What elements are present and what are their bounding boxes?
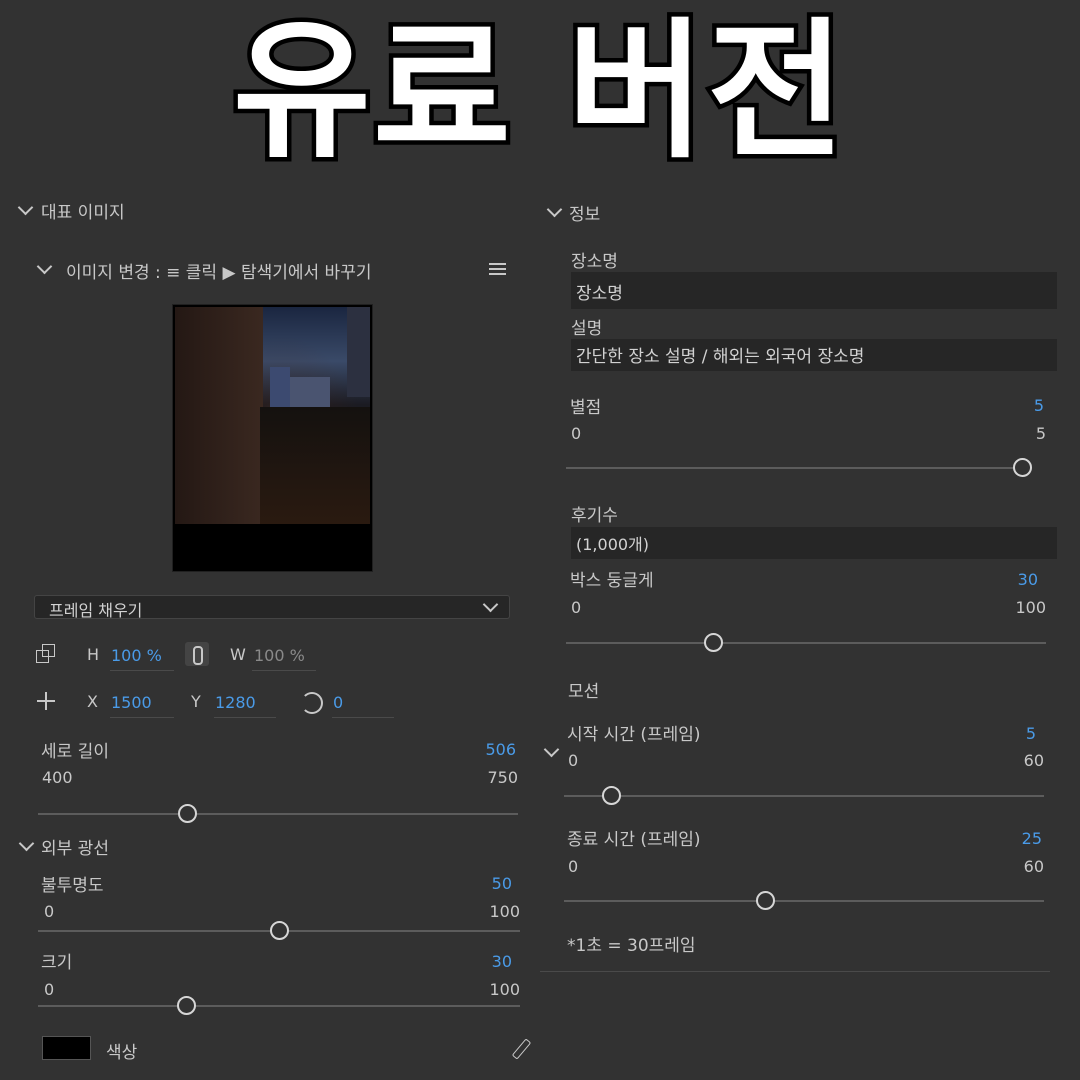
slider-min: 0	[571, 424, 582, 443]
slider-label: 크기	[41, 953, 73, 973]
slider-knob[interactable]	[269, 921, 289, 940]
color-label: 색상	[106, 1043, 138, 1063]
field-label: 장소명	[571, 252, 618, 272]
slider-knob[interactable]	[602, 786, 622, 805]
width-scale-label: W	[230, 645, 246, 664]
field-label: 후기수	[571, 506, 618, 526]
slider-label: 종료 시간 (프레임)	[567, 830, 701, 850]
page-title: 유료 버전	[228, 5, 849, 179]
slider-max: 100	[489, 980, 520, 999]
opacity-slider-track[interactable]	[38, 921, 520, 940]
slider-value[interactable]: 30	[970, 570, 1038, 589]
slider-value[interactable]: 5	[980, 396, 1044, 415]
slider-knob[interactable]	[756, 891, 776, 910]
input-value: (1,000개)	[576, 535, 650, 554]
slider-max: 5	[1035, 424, 1046, 443]
divider	[540, 971, 1050, 972]
collapse-chevron-icon[interactable]	[546, 201, 563, 218]
collapse-chevron-icon[interactable]	[36, 258, 53, 275]
position-x-input[interactable]: 1500	[111, 693, 152, 712]
slider-knob[interactable]	[176, 996, 196, 1015]
start-time-slider-track[interactable]	[564, 786, 1044, 805]
slider-min: 0	[44, 980, 55, 999]
slider-knob[interactable]	[1013, 458, 1032, 477]
slider-label: 세로 길이	[41, 742, 109, 762]
input-underline	[332, 717, 394, 718]
collapse-chevron-icon[interactable]	[543, 741, 560, 758]
link-icon[interactable]	[185, 642, 209, 666]
slider-min: 400	[42, 768, 73, 787]
slider-value[interactable]: 506	[440, 740, 516, 759]
slider-label: 박스 둥글게	[570, 571, 654, 591]
rotation-input[interactable]: 0	[333, 693, 343, 712]
image-thumbnail[interactable]	[172, 304, 373, 572]
slider-knob[interactable]	[177, 804, 197, 823]
collapse-chevron-icon[interactable]	[17, 199, 34, 216]
slider-max: 100	[489, 902, 520, 921]
slider-label: 별점	[570, 398, 602, 418]
slider-min: 0	[571, 598, 582, 617]
input-underline	[110, 717, 174, 718]
section-title-glow: 외부 광선	[41, 839, 109, 859]
input-underline	[214, 717, 276, 718]
rating-slider-track[interactable]	[566, 458, 1032, 477]
scale-icon	[36, 644, 55, 663]
hamburger-menu-icon[interactable]	[489, 263, 506, 275]
slider-max: 100	[1015, 598, 1046, 617]
input-underline	[252, 670, 316, 671]
slider-label: 불투명도	[41, 876, 104, 896]
slider-value[interactable]: 50	[440, 874, 512, 893]
move-icon	[37, 692, 55, 710]
chevron-down-icon	[482, 596, 499, 613]
field-label: 설명	[571, 319, 603, 339]
slider-min: 0	[568, 857, 579, 876]
width-scale-input[interactable]: 100 %	[254, 646, 305, 665]
section-title-image: 대표 이미지	[41, 203, 125, 223]
collapse-chevron-icon[interactable]	[18, 835, 35, 852]
slider-max: 60	[1023, 857, 1044, 876]
review-count-input[interactable]: (1,000개)	[571, 527, 1057, 559]
slider-min: 0	[568, 751, 579, 770]
rotate-icon	[301, 692, 323, 714]
fill-mode-dropdown[interactable]: 프레임 채우기	[34, 595, 510, 620]
slider-knob[interactable]	[704, 633, 724, 652]
position-x-label: X	[87, 692, 98, 711]
slider-value[interactable]: 25	[970, 829, 1042, 848]
height-scale-label: H	[87, 645, 100, 664]
night-city-photo	[175, 307, 370, 524]
color-swatch[interactable]	[42, 1036, 91, 1060]
size-slider-track[interactable]	[38, 996, 520, 1015]
place-name-input[interactable]: 장소명	[571, 272, 1057, 309]
description-input[interactable]: 간단한 장소 설명 / 해외는 외국어 장소명	[571, 339, 1057, 371]
eyedropper-icon[interactable]	[511, 1038, 532, 1060]
input-value: 장소명	[576, 284, 623, 304]
slider-max: 750	[487, 768, 518, 787]
slider-max: 60	[1023, 751, 1044, 770]
dropdown-value: 프레임 채우기	[49, 601, 143, 620]
section-title-info: 정보	[569, 205, 601, 225]
height-slider-track[interactable]	[38, 804, 518, 823]
slider-value[interactable]: 5	[970, 724, 1036, 743]
position-y-input[interactable]: 1280	[215, 693, 256, 712]
frame-note: *1초 = 30프레임	[567, 936, 696, 956]
motion-label: 모션	[568, 682, 600, 702]
height-scale-input[interactable]: 100 %	[111, 646, 162, 665]
input-underline	[110, 670, 174, 671]
image-change-hint: 이미지 변경 : ≡ 클릭 ▶ 탐색기에서 바꾸기	[66, 263, 372, 283]
slider-value[interactable]: 30	[440, 952, 512, 971]
end-time-slider-track[interactable]	[564, 891, 1044, 910]
radius-slider-track[interactable]	[566, 633, 1046, 652]
slider-min: 0	[44, 902, 55, 921]
input-value: 간단한 장소 설명 / 해외는 외국어 장소명	[576, 347, 865, 367]
slider-label: 시작 시간 (프레임)	[567, 725, 701, 745]
position-y-label: Y	[191, 692, 201, 711]
